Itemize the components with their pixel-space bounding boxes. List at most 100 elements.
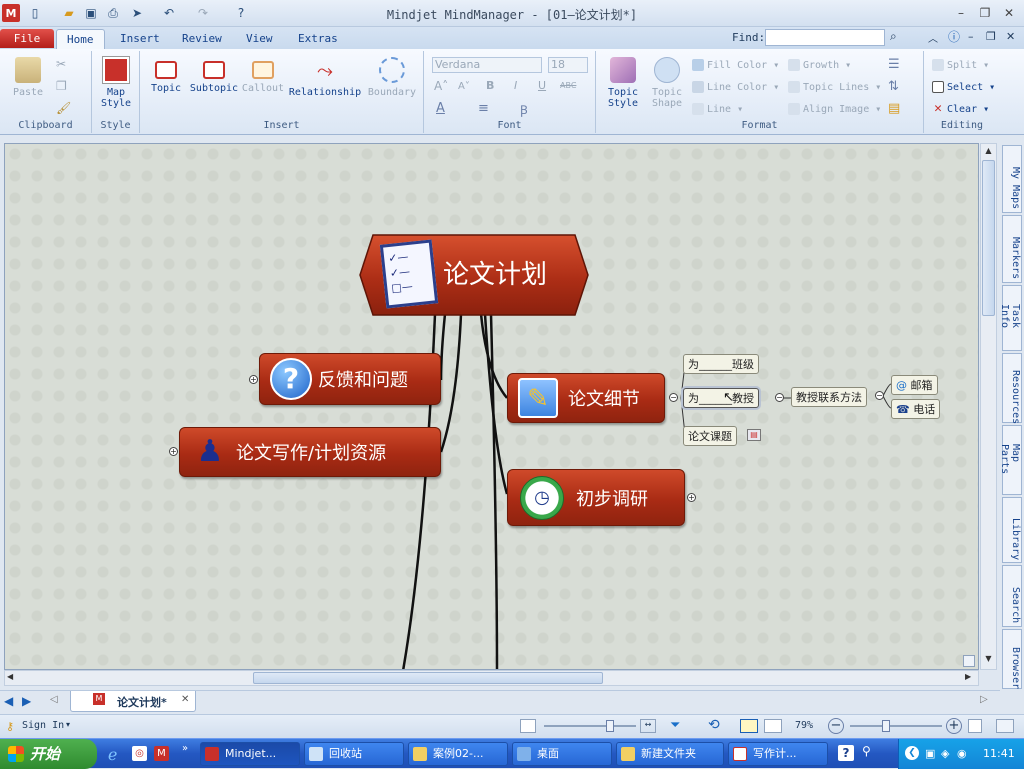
sign-in-dropdown-icon[interactable]: ▾ bbox=[66, 720, 70, 729]
cut-icon[interactable]: ✂ bbox=[56, 57, 66, 71]
document-tab[interactable]: M 论文计划* ✕ bbox=[70, 691, 196, 712]
callout-button[interactable]: Callout bbox=[240, 57, 286, 94]
start-button[interactable]: 开始 bbox=[0, 739, 97, 769]
vertical-scrollbar[interactable]: ▲ ▼ bbox=[980, 143, 997, 670]
overview-icon[interactable] bbox=[963, 655, 975, 667]
underline-button[interactable]: U bbox=[538, 79, 546, 92]
expand-width-icon[interactable]: ↔ bbox=[640, 719, 656, 733]
line-button[interactable]: Line ▾ bbox=[692, 103, 743, 115]
taskbar-item-desktop[interactable]: 桌面 bbox=[512, 742, 612, 766]
minimize-icon[interactable]: – bbox=[950, 4, 972, 22]
fit-map-icon[interactable] bbox=[520, 719, 536, 733]
network-icon[interactable]: ▣ bbox=[925, 747, 935, 760]
vertical-scroll-thumb[interactable] bbox=[982, 160, 995, 316]
mindmanager-quicklaunch-icon[interactable]: M bbox=[154, 746, 169, 761]
fit-window-icon[interactable] bbox=[968, 719, 982, 733]
taskbar-item-recycle[interactable]: 回收站 bbox=[304, 742, 404, 766]
expand-research-icon[interactable]: + bbox=[687, 493, 696, 502]
tab-insert[interactable]: Insert bbox=[110, 29, 170, 49]
clear-button[interactable]: ✕ Clear ▾ bbox=[932, 102, 989, 115]
sidebar-tab-resources[interactable]: Resources bbox=[1002, 353, 1022, 424]
subtopic-contact[interactable]: 教授联系方法 bbox=[791, 387, 867, 407]
copy-icon[interactable]: ❐ bbox=[56, 79, 67, 93]
doc-minimize-icon[interactable]: – bbox=[968, 30, 974, 43]
horizontal-scroll-thumb[interactable] bbox=[253, 672, 603, 684]
doc-close-icon[interactable]: ✕ bbox=[1006, 30, 1015, 43]
growth-button[interactable]: Growth ▾ bbox=[788, 59, 851, 71]
subtopic-professor[interactable]: 为______教授 bbox=[683, 388, 759, 408]
numbering-icon[interactable]: ☰ bbox=[888, 57, 900, 72]
taskbar-item-mindjet[interactable]: Mindjet... bbox=[200, 742, 300, 766]
restore-icon[interactable]: ❐ bbox=[974, 4, 996, 22]
speaker-icon[interactable]: ◉ bbox=[957, 747, 967, 760]
sidebar-tab-library[interactable]: Library bbox=[1002, 497, 1022, 563]
collapse-details-icon[interactable]: − bbox=[669, 393, 678, 402]
scroll-down-icon[interactable]: ▼ bbox=[982, 654, 995, 667]
tab-review[interactable]: Review bbox=[172, 29, 232, 49]
subtopic-button[interactable]: Subtopic bbox=[188, 57, 240, 94]
scroll-left-icon[interactable]: ◀ bbox=[7, 672, 19, 681]
help-circle-icon[interactable]: ⓘ bbox=[948, 28, 960, 45]
central-topic[interactable]: ✓— ✓— □— 论文计划 bbox=[359, 234, 589, 316]
tab-scroll-right-icon[interactable]: ▷ bbox=[980, 694, 988, 705]
binoculars-icon[interactable]: ⌕ bbox=[890, 29, 897, 44]
find-input[interactable] bbox=[765, 29, 885, 46]
zoom-slider-thumb[interactable] bbox=[882, 720, 890, 732]
italic-button[interactable]: I bbox=[514, 79, 517, 92]
topic-shape-button[interactable]: Topic Shape bbox=[646, 57, 688, 109]
nav-forward-icon[interactable]: ▶ bbox=[22, 694, 31, 708]
select-button[interactable]: Select ▾ bbox=[932, 81, 995, 93]
tab-scroll-left-icon[interactable]: ◁ bbox=[50, 694, 58, 705]
collapse-contact-icon[interactable]: − bbox=[875, 391, 884, 400]
topic-writing[interactable]: ♟ 论文写作/计划资源 bbox=[179, 427, 441, 477]
volume-icon[interactable]: ◈ bbox=[941, 747, 949, 760]
line-color-button[interactable]: Line Color ▾ bbox=[692, 81, 779, 93]
subtopic-subject[interactable]: 论文课题 bbox=[683, 426, 737, 446]
quicklaunch-icon-2[interactable]: ◎ bbox=[132, 746, 147, 761]
topic-lines-button[interactable]: Topic Lines ▾ bbox=[788, 81, 881, 93]
scroll-up-icon[interactable]: ▲ bbox=[982, 146, 995, 159]
tab-home[interactable]: Home bbox=[56, 29, 105, 49]
sidebar-tab-browser[interactable]: Browser bbox=[1002, 629, 1022, 689]
tab-extras[interactable]: Extras bbox=[288, 29, 348, 49]
strikethrough-button[interactable]: ABC bbox=[560, 81, 576, 90]
subtopic-phone[interactable]: ☎ 电话 bbox=[891, 399, 941, 419]
nav-back-icon[interactable]: ◀ bbox=[4, 694, 13, 708]
font-size-select[interactable]: 18 bbox=[548, 57, 588, 73]
topic-details[interactable]: ✎ 论文细节 bbox=[507, 373, 665, 423]
sidebar-tab-map-parts[interactable]: Map Parts bbox=[999, 425, 1022, 495]
format-painter-icon[interactable]: 🖌 bbox=[56, 101, 71, 115]
tray-expand-icon[interactable]: ❮ bbox=[905, 746, 919, 760]
sign-in-button[interactable]: Sign In bbox=[22, 720, 64, 731]
close-icon[interactable]: ✕ bbox=[998, 4, 1020, 22]
taskbar-item-writing[interactable]: 写作计... bbox=[728, 742, 828, 766]
layout-view-icon[interactable] bbox=[740, 719, 758, 733]
quicklaunch-more-icon[interactable]: » bbox=[182, 743, 188, 754]
subtopic-email[interactable]: @ 邮箱 bbox=[891, 375, 938, 395]
topic-feedback[interactable]: ? 反馈和问题 bbox=[259, 353, 441, 405]
outline-view-icon[interactable] bbox=[764, 719, 782, 733]
tab-file[interactable]: File bbox=[0, 29, 54, 48]
note-attachment-icon[interactable]: ▤ bbox=[747, 429, 761, 441]
close-tab-icon[interactable]: ✕ bbox=[181, 694, 189, 705]
taskbar-item-case[interactable]: 案例02-... bbox=[408, 742, 508, 766]
expand-feedback-icon[interactable]: + bbox=[249, 375, 258, 384]
taskbar-item-new-folder[interactable]: 新建文件夹 bbox=[616, 742, 724, 766]
expand-writing-icon[interactable]: + bbox=[169, 447, 178, 456]
sidebar-tab-search[interactable]: Search bbox=[1002, 565, 1022, 627]
sidebar-tab-task-info[interactable]: Task Info bbox=[999, 285, 1022, 351]
topic-style-button[interactable]: Topic Style bbox=[604, 57, 642, 109]
font-family-select[interactable]: Verdana bbox=[432, 57, 542, 73]
map-style-button[interactable]: Map Style bbox=[94, 56, 138, 109]
split-button[interactable]: Split ▾ bbox=[932, 59, 989, 71]
sidebar-tab-my-maps[interactable]: My Maps bbox=[1002, 145, 1022, 213]
horizontal-scrollbar[interactable]: ◀ ▶ bbox=[4, 670, 979, 686]
ie-icon[interactable]: ℯ bbox=[108, 745, 117, 764]
tray-pin-icon[interactable]: ⚲ bbox=[862, 744, 871, 758]
relationship-button[interactable]: ⤳ Relationship bbox=[288, 57, 362, 98]
bold-button[interactable]: B bbox=[486, 79, 494, 92]
scroll-right-icon[interactable]: ▶ bbox=[965, 672, 977, 681]
zoom-slider-track[interactable] bbox=[850, 725, 942, 727]
grow-font-icon[interactable]: A˄ bbox=[434, 79, 448, 93]
paste-button[interactable]: Paste bbox=[8, 57, 48, 98]
